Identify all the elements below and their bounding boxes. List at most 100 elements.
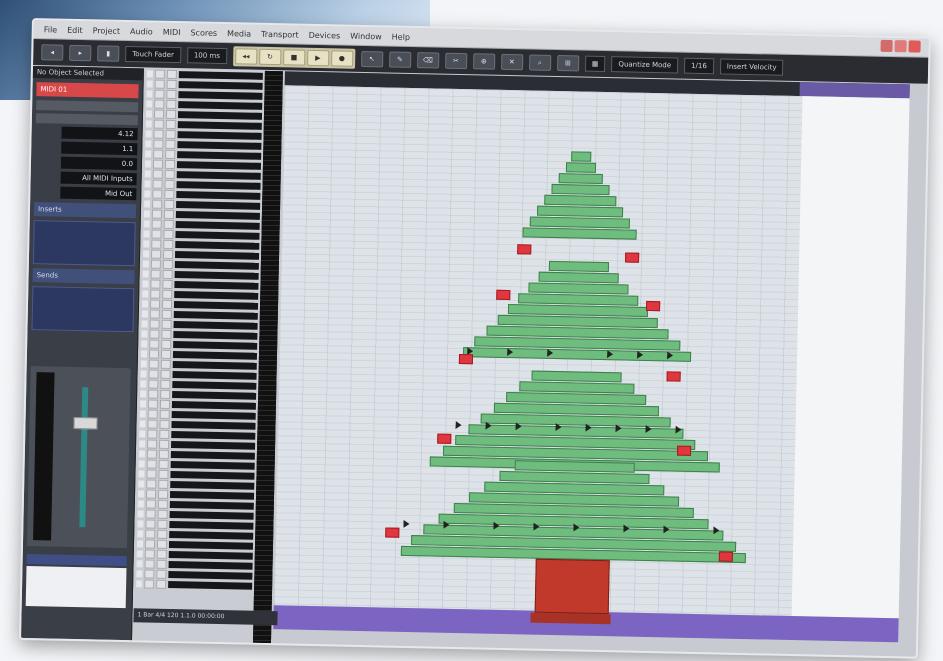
track-name-field[interactable]	[172, 371, 257, 380]
track-name-field[interactable]	[175, 241, 260, 250]
solo-button[interactable]	[159, 399, 171, 409]
solo-button[interactable]	[157, 489, 169, 499]
solo-button[interactable]	[156, 559, 167, 569]
solo-button[interactable]	[157, 499, 168, 509]
midi-note[interactable]	[565, 162, 597, 173]
midi-note[interactable]	[531, 370, 622, 383]
track-buttons-row[interactable]	[35, 113, 138, 126]
mute-button[interactable]	[153, 109, 165, 119]
solo-button[interactable]	[161, 299, 173, 309]
mute-button[interactable]	[145, 529, 156, 539]
track-name-field[interactable]	[173, 301, 259, 310]
mute-button[interactable]	[149, 319, 160, 329]
menu-scores[interactable]: Scores	[190, 28, 217, 38]
track-name-field[interactable]	[175, 231, 260, 240]
draw-tool-icon[interactable]: ✎	[388, 51, 412, 68]
solo-button[interactable]	[164, 179, 175, 190]
rewind-icon[interactable]: ◂◂	[234, 48, 258, 65]
track-name-field[interactable]	[169, 520, 254, 530]
solo-button[interactable]	[159, 429, 170, 439]
solo-button[interactable]	[158, 459, 169, 469]
track-name-field[interactable]	[168, 580, 253, 590]
track-name-field[interactable]	[177, 141, 262, 150]
mute-button[interactable]	[153, 139, 164, 149]
solo-button[interactable]	[162, 259, 173, 270]
solo-button[interactable]	[159, 409, 170, 419]
solo-button[interactable]	[164, 189, 175, 200]
track-name[interactable]: MIDI 01	[36, 82, 139, 99]
mute-button[interactable]	[152, 159, 164, 169]
solo-button[interactable]	[156, 539, 168, 549]
notepad-header[interactable]	[26, 554, 127, 567]
track-row[interactable]	[136, 579, 253, 590]
trunk-base-note[interactable]	[530, 612, 611, 625]
mute-button[interactable]	[153, 129, 164, 139]
quantize-value-select[interactable]: 1/16	[683, 57, 714, 75]
solo-button[interactable]	[157, 509, 168, 519]
solo-button[interactable]	[163, 209, 175, 220]
track-name-field[interactable]	[174, 281, 259, 290]
solo-button[interactable]	[166, 89, 177, 100]
mute-button[interactable]	[154, 99, 165, 109]
solo-button[interactable]	[165, 149, 176, 160]
track-name-field[interactable]	[168, 560, 253, 570]
menu-devices[interactable]: Devices	[309, 30, 341, 40]
mute-button[interactable]	[151, 209, 163, 219]
ornament-note[interactable]	[646, 300, 661, 312]
ornament-note[interactable]	[718, 551, 733, 562]
mute-button[interactable]	[150, 279, 161, 289]
midi-note[interactable]	[529, 216, 630, 229]
mute-button[interactable]	[145, 509, 156, 519]
solo-button[interactable]	[166, 79, 177, 90]
volume-fader-track[interactable]	[79, 387, 89, 528]
mute-button[interactable]	[152, 179, 163, 189]
midi-note[interactable]	[538, 271, 619, 284]
ornament-note[interactable]	[385, 527, 400, 538]
marker-icon[interactable]: ▮	[97, 45, 120, 62]
volume-field[interactable]: 4.12	[61, 126, 138, 141]
play-icon[interactable]: ▶	[306, 49, 330, 67]
automation-mode-select[interactable]: Touch Fader	[125, 45, 182, 64]
mute-button[interactable]	[147, 409, 158, 419]
ornament-note[interactable]	[437, 433, 452, 444]
zoom-select[interactable]: 100 ms	[186, 47, 228, 65]
track-name-field[interactable]	[170, 480, 255, 490]
ornament-note[interactable]	[496, 289, 511, 301]
solo-button[interactable]	[164, 169, 175, 180]
mute-button[interactable]	[148, 389, 159, 399]
mute-button[interactable]	[149, 339, 160, 349]
track-name-field[interactable]	[170, 451, 255, 460]
ornament-note[interactable]	[676, 445, 692, 456]
midi-note[interactable]	[558, 173, 603, 184]
mute-button[interactable]	[144, 569, 155, 579]
solo-button[interactable]	[163, 239, 174, 250]
solo-button[interactable]	[161, 329, 172, 339]
menu-transport[interactable]: Transport	[261, 29, 299, 39]
maximize-icon[interactable]	[894, 40, 907, 53]
track-name-field[interactable]	[175, 221, 260, 230]
solo-button[interactable]	[160, 369, 171, 379]
track-name-field[interactable]	[173, 321, 258, 330]
mute-button[interactable]	[154, 89, 165, 99]
mute-button[interactable]	[152, 189, 163, 199]
mute-button[interactable]	[144, 539, 156, 549]
mute-button[interactable]	[147, 419, 158, 429]
solo-button[interactable]	[162, 279, 173, 289]
track-name-field[interactable]	[171, 431, 256, 440]
track-name-field[interactable]	[171, 441, 256, 450]
midi-note[interactable]	[528, 282, 629, 295]
midi-note[interactable]	[536, 205, 624, 218]
cycle-icon[interactable]: ↻	[258, 48, 282, 66]
solo-button[interactable]	[157, 529, 168, 539]
midi-note[interactable]	[551, 183, 610, 196]
track-name-field[interactable]	[173, 341, 258, 350]
track-name-field[interactable]	[178, 81, 263, 90]
solo-button[interactable]	[165, 109, 177, 120]
track-name-field[interactable]	[173, 331, 258, 340]
mute-button[interactable]	[152, 199, 163, 209]
solo-button[interactable]	[164, 159, 176, 170]
inserts-section[interactable]: Inserts	[33, 202, 137, 219]
mute-button[interactable]	[148, 349, 160, 359]
track-name-field[interactable]	[174, 291, 259, 300]
menu-midi[interactable]: MIDI	[163, 27, 181, 36]
